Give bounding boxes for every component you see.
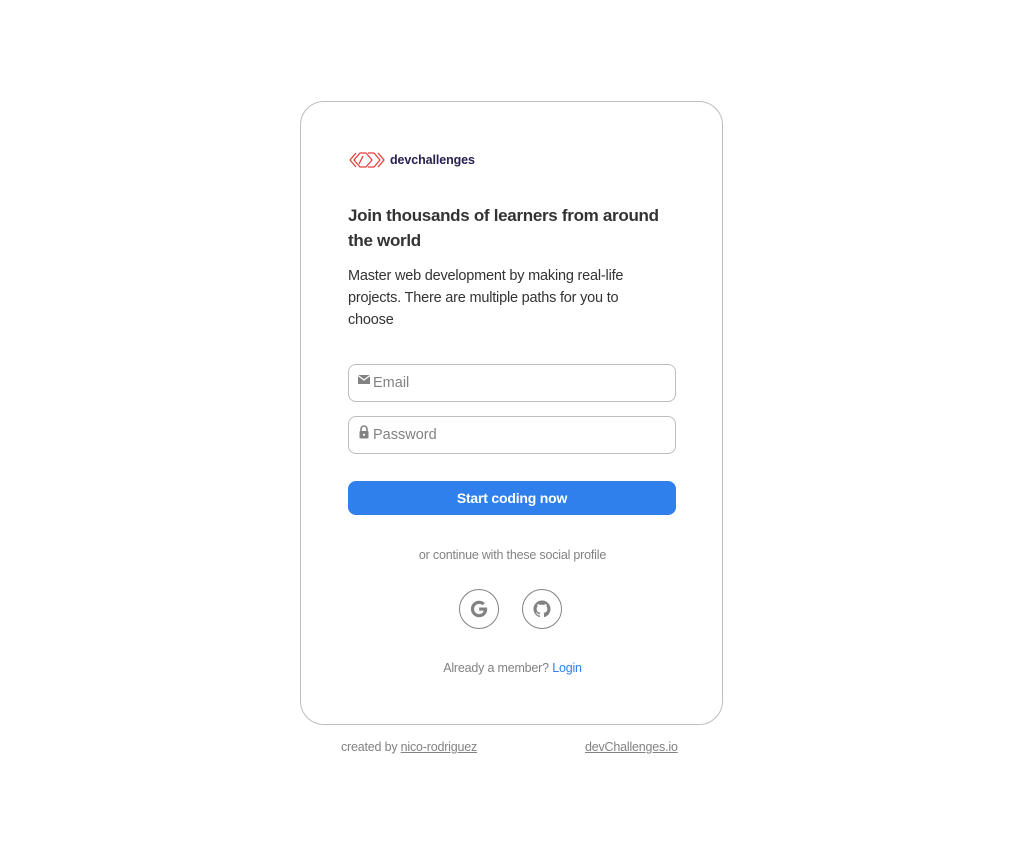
password-field [348, 416, 676, 454]
lock-icon [359, 425, 369, 439]
signup-card: devchallenges Join thousands of learners… [300, 101, 723, 725]
brand-logo: devchallenges [348, 150, 475, 170]
github-icon [533, 600, 551, 618]
github-login-button[interactable] [522, 589, 562, 629]
page-title: Join thousands of learners from around t… [348, 206, 659, 250]
password-input[interactable] [373, 417, 663, 453]
start-coding-button[interactable]: Start coding now [348, 481, 676, 515]
google-login-button[interactable] [459, 589, 499, 629]
social-caption: or continue with these social profile [418, 548, 607, 562]
email-field [348, 364, 676, 402]
login-link[interactable]: Login [552, 661, 582, 675]
author-link[interactable]: nico-rodriguez [401, 740, 478, 754]
brand-name: devchallenges [390, 153, 475, 167]
mail-icon [357, 375, 371, 384]
email-input[interactable] [373, 365, 663, 401]
site-link[interactable]: devChallenges.io [585, 740, 678, 754]
footer-created-by: created by [341, 740, 398, 754]
devchallenges-logo-icon [349, 152, 385, 168]
footer-site: devChallenges.io [585, 740, 678, 754]
member-prompt-text: Already a member? [443, 661, 549, 675]
page-subtitle: Master web development by making real-li… [348, 268, 624, 328]
member-prompt: Already a member? Login [301, 661, 724, 675]
google-icon [470, 600, 488, 618]
footer-credit: created by nico-rodriguez [341, 740, 477, 754]
